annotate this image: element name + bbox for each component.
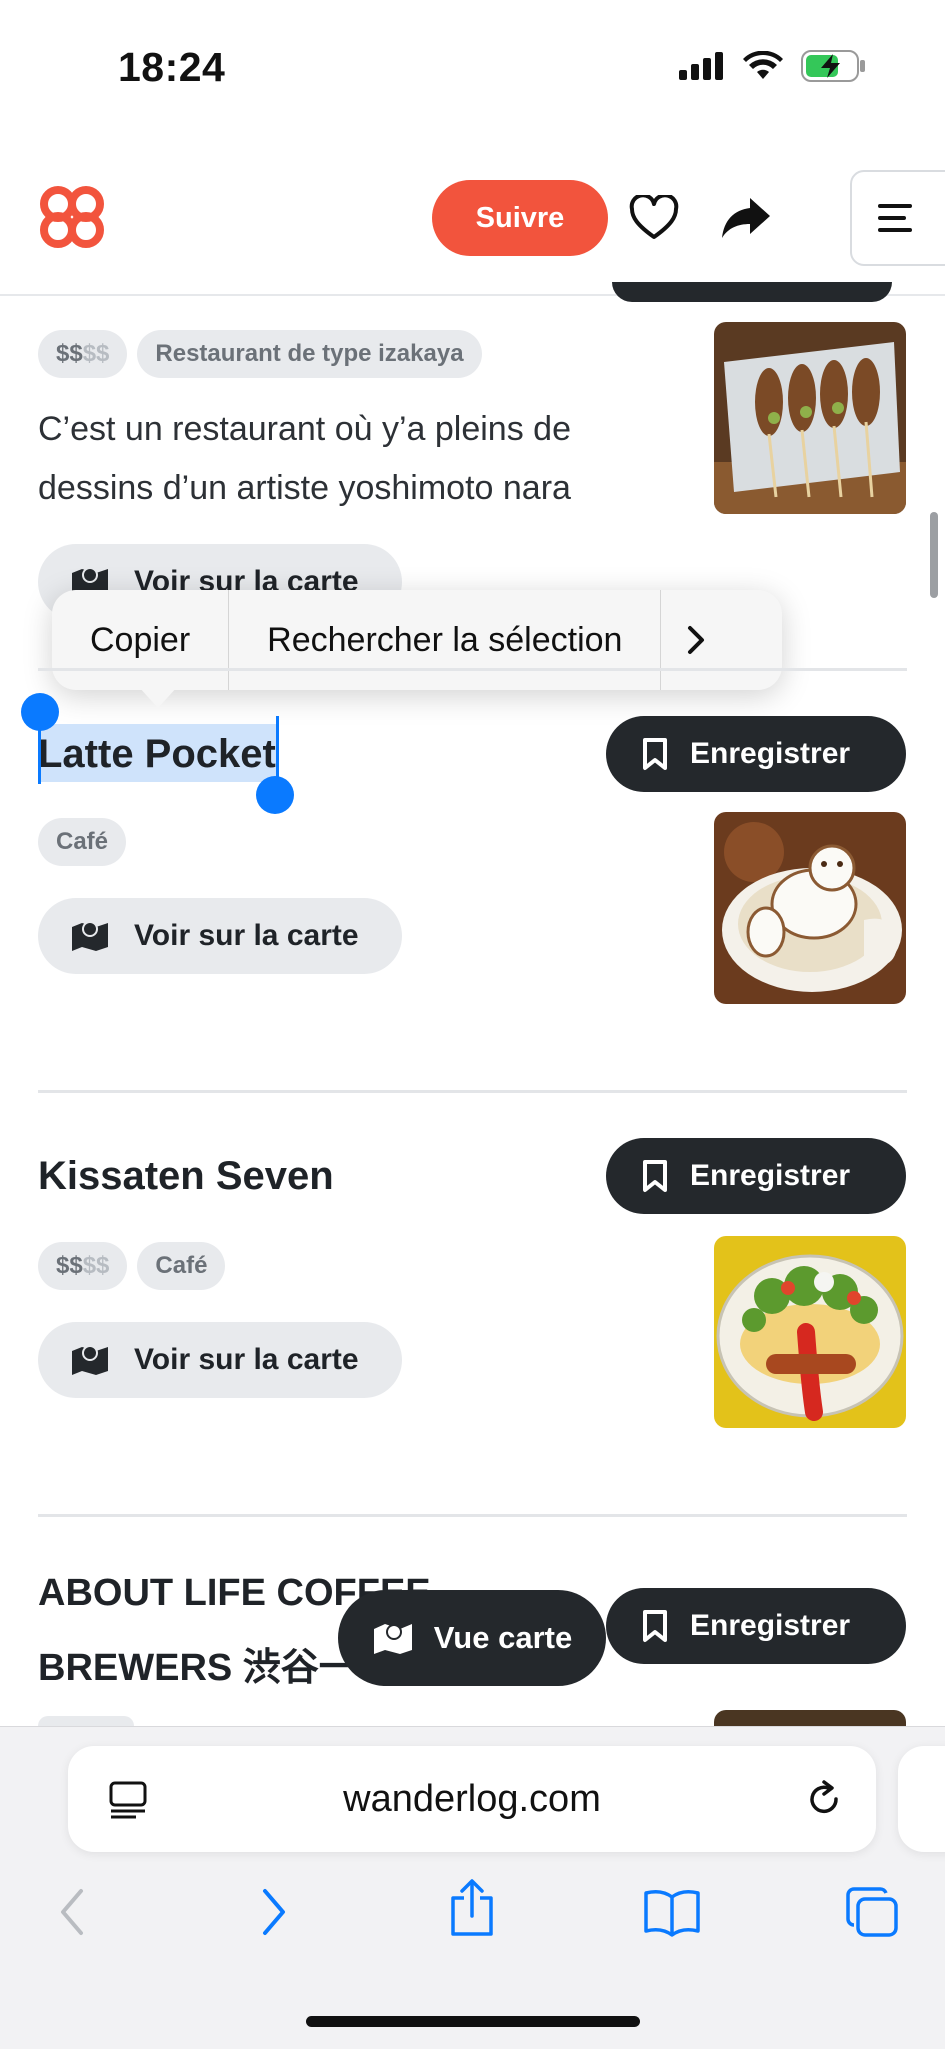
map-icon bbox=[72, 921, 108, 951]
save-button[interactable]: Enregistrer bbox=[606, 716, 906, 792]
divider bbox=[38, 668, 907, 671]
selection-end-handle[interactable] bbox=[256, 776, 294, 814]
map-view-button[interactable]: Vue carte bbox=[338, 1590, 606, 1686]
context-menu-pointer bbox=[138, 686, 178, 708]
place-tags: Café bbox=[38, 818, 127, 866]
price-badge: $$ $$ bbox=[38, 330, 128, 378]
place-photo-yakitori[interactable] bbox=[714, 322, 906, 514]
lookup-menu-item[interactable]: Rechercher la sélection bbox=[229, 590, 662, 690]
status-time: 18:24 bbox=[118, 44, 226, 90]
url-text: wanderlog.com bbox=[343, 1777, 601, 1820]
chevron-right-icon bbox=[688, 626, 705, 654]
signal-icon bbox=[679, 52, 723, 80]
bookmark-icon bbox=[643, 1160, 667, 1192]
place-description: C’est un restaurant où y’a pleins de des… bbox=[38, 410, 571, 507]
place-photo-latte-art[interactable] bbox=[714, 812, 906, 1004]
place-photo-partial bbox=[714, 1710, 906, 1726]
tag-partial bbox=[38, 1716, 134, 1726]
menu-icon bbox=[878, 204, 912, 232]
category-tag: Café bbox=[38, 818, 127, 866]
save-button[interactable]: Enregistrer bbox=[606, 1588, 906, 1664]
reader-mode-icon[interactable] bbox=[108, 1780, 148, 1820]
view-on-map-button[interactable]: Voir sur la carte bbox=[38, 898, 402, 974]
view-on-map-label: Voir sur la carte bbox=[134, 1343, 359, 1376]
map-icon bbox=[72, 1345, 108, 1375]
status-icons bbox=[679, 50, 867, 82]
share-arrow-icon[interactable] bbox=[716, 190, 776, 246]
map-icon bbox=[373, 1624, 412, 1654]
back-icon[interactable] bbox=[40, 1880, 104, 1944]
place-title[interactable]: Latte Pocket bbox=[38, 732, 276, 777]
address-bar[interactable]: wanderlog.com bbox=[68, 1746, 876, 1852]
view-on-map-label: Voir sur la carte bbox=[134, 919, 359, 952]
price-badge: $$ $$ bbox=[38, 1242, 128, 1290]
view-on-map-button[interactable]: Voir sur la carte bbox=[38, 1322, 402, 1398]
scroll-indicator[interactable] bbox=[930, 512, 938, 598]
save-label: Enregistrer bbox=[690, 737, 851, 770]
share-icon[interactable] bbox=[440, 1876, 504, 1940]
selection-start-handle[interactable] bbox=[21, 693, 59, 731]
category-tag: Café bbox=[137, 1242, 226, 1290]
copy-menu-item[interactable]: Copier bbox=[52, 590, 230, 690]
tabs-icon[interactable] bbox=[840, 1880, 904, 1944]
next-tab-peek[interactable] bbox=[898, 1746, 945, 1852]
follow-button[interactable]: Suivre bbox=[432, 180, 608, 256]
place-title-line2[interactable]: BREWERS 渋谷一 bbox=[38, 1636, 357, 1691]
map-view-label: Vue carte bbox=[433, 1620, 573, 1655]
bookmark-icon bbox=[643, 738, 667, 770]
save-label: Enregistrer bbox=[690, 1159, 851, 1192]
forward-icon[interactable] bbox=[242, 1880, 306, 1944]
place-tags: $$ $$ Restaurant de type izakaya bbox=[38, 330, 482, 378]
battery-charging-icon bbox=[801, 50, 865, 82]
wanderlog-logo[interactable] bbox=[36, 186, 108, 248]
heart-icon[interactable] bbox=[626, 190, 682, 246]
selection-end-caret bbox=[276, 716, 279, 784]
home-indicator bbox=[306, 2016, 640, 2027]
bookmarks-icon[interactable] bbox=[640, 1880, 704, 1944]
bookmark-icon bbox=[643, 1610, 667, 1642]
place-photo-omurice[interactable] bbox=[714, 1236, 906, 1428]
category-tag: Restaurant de type izakaya bbox=[137, 330, 482, 378]
save-button[interactable]: Enregistrer bbox=[606, 1138, 906, 1214]
divider bbox=[38, 1090, 907, 1093]
save-label: Enregistrer bbox=[690, 1609, 851, 1642]
text-selection-context-menu: Copier Rechercher la sélection bbox=[52, 590, 782, 690]
divider bbox=[38, 1514, 907, 1517]
place-tags: $$ $$ Café bbox=[38, 1242, 226, 1290]
more-menu-item[interactable] bbox=[661, 590, 731, 690]
save-button-partial bbox=[612, 282, 892, 302]
hamburger-menu-button[interactable] bbox=[850, 170, 945, 266]
selection-start-caret bbox=[38, 724, 41, 784]
wifi-icon bbox=[743, 51, 783, 79]
reload-icon[interactable] bbox=[804, 1779, 844, 1819]
place-title[interactable]: Kissaten Seven bbox=[38, 1154, 334, 1199]
